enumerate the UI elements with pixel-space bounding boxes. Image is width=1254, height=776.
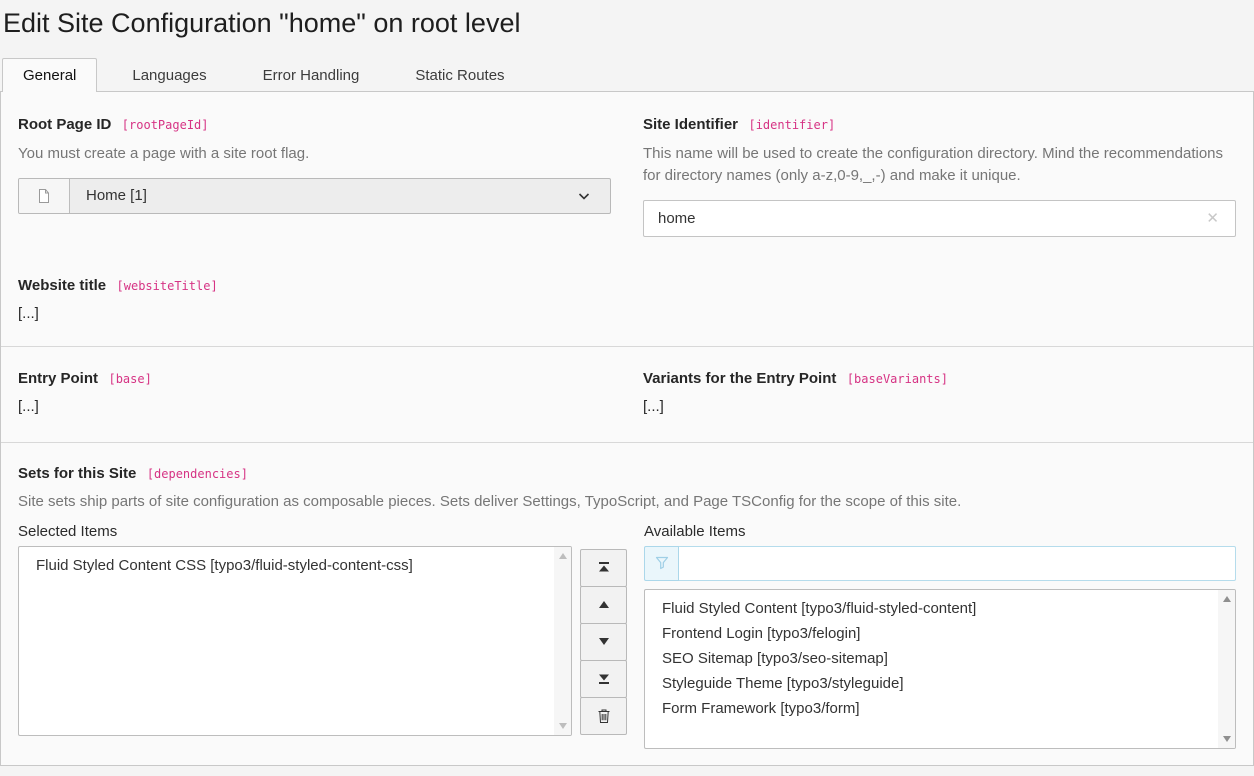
tab-languages[interactable]: Languages <box>111 58 227 92</box>
field-entry-point: Entry Point [base] [...] <box>18 370 611 415</box>
collapsed-value[interactable]: [...] <box>643 398 1236 415</box>
available-list-item[interactable]: SEO Sitemap [typo3/seo-sitemap] <box>645 646 1235 671</box>
tab-bar: General Languages Error Handling Static … <box>0 57 1254 92</box>
field-website-title: Website title [websiteTitle] [...] <box>18 277 1236 346</box>
move-to-bottom-button[interactable] <box>580 660 627 698</box>
section-entry-point: Entry Point [base] [...] Variants for th… <box>18 347 1236 442</box>
scroll-down-icon[interactable] <box>559 723 567 729</box>
field-base-variants: Variants for the Entry Point [baseVarian… <box>643 370 1236 415</box>
scroll-down-icon[interactable] <box>1223 736 1231 742</box>
field-label: Variants for the Entry Point <box>643 370 836 387</box>
move-buttons-column <box>580 523 627 735</box>
tab-static-routes[interactable]: Static Routes <box>394 58 525 92</box>
move-up-button[interactable] <box>580 586 627 624</box>
selected-items-listbox[interactable]: Fluid Styled Content CSS [typo3/fluid-st… <box>18 546 572 736</box>
site-identifier-input-wrap: ✕ <box>643 200 1236 237</box>
available-items-column: Available Items Fluid Styled Co <box>644 523 1236 749</box>
selected-items-heading: Selected Items <box>18 523 572 540</box>
delete-button[interactable] <box>580 697 627 735</box>
available-items-filter <box>644 546 1236 581</box>
field-code: [websiteTitle] <box>117 279 218 293</box>
selected-items-column: Selected Items Fluid Styled Content CSS … <box>18 523 572 736</box>
available-list-item[interactable]: Frontend Login [typo3/felogin] <box>645 621 1235 646</box>
field-site-identifier: Site Identifier [identifier] This name w… <box>643 116 1236 237</box>
move-to-top-button[interactable] <box>580 549 627 587</box>
available-list-item[interactable]: Fluid Styled Content [typo3/fluid-styled… <box>645 596 1235 621</box>
field-description: You must create a page with a site root … <box>18 143 611 165</box>
move-down-button[interactable] <box>580 623 627 661</box>
tab-panel-general: Root Page ID [rootPageId] You must creat… <box>0 92 1254 766</box>
field-label: Root Page ID <box>18 116 111 133</box>
root-page-select-value: Home [1] <box>70 179 576 213</box>
scrollbar[interactable] <box>1218 590 1235 748</box>
available-items-heading: Available Items <box>644 523 1236 540</box>
field-label: Sets for this Site <box>18 465 136 482</box>
field-code: [base] <box>108 372 151 386</box>
field-code: [dependencies] <box>147 467 248 481</box>
filter-input[interactable] <box>679 546 1236 581</box>
page-title: Edit Site Configuration "home" on root l… <box>0 0 1254 41</box>
field-description: Site sets ship parts of site configurati… <box>18 493 1236 510</box>
collapsed-value[interactable]: [...] <box>18 398 611 415</box>
root-page-select[interactable]: Home [1] <box>18 178 611 214</box>
tab-error-handling[interactable]: Error Handling <box>242 58 381 92</box>
available-list-item[interactable]: Styleguide Theme [typo3/styleguide] <box>645 671 1235 696</box>
field-code: [baseVariants] <box>847 372 948 386</box>
field-description: This name will be used to create the con… <box>643 143 1236 187</box>
field-root-page-id: Root Page ID [rootPageId] You must creat… <box>18 116 611 237</box>
field-label: Site Identifier <box>643 116 738 133</box>
field-label: Entry Point <box>18 370 98 387</box>
filter-funnel-icon <box>644 546 679 581</box>
site-identifier-input[interactable] <box>658 210 1202 227</box>
available-list-item[interactable]: Form Framework [typo3/form] <box>645 696 1235 721</box>
clear-input-icon[interactable]: ✕ <box>1202 209 1223 228</box>
scroll-up-icon[interactable] <box>1223 596 1231 602</box>
field-code: [identifier] <box>748 118 835 132</box>
field-code: [rootPageId] <box>122 118 209 132</box>
scrollbar[interactable] <box>554 547 571 735</box>
page-document-icon <box>19 179 70 213</box>
available-items-listbox[interactable]: Fluid Styled Content [typo3/fluid-styled… <box>644 589 1236 749</box>
collapsed-value[interactable]: [...] <box>18 305 1236 322</box>
selected-list-item[interactable]: Fluid Styled Content CSS [typo3/fluid-st… <box>19 553 571 578</box>
field-label: Website title <box>18 277 106 294</box>
tab-general[interactable]: General <box>2 58 97 92</box>
section-sets: Sets for this Site [dependencies] Site s… <box>18 443 1236 749</box>
section-general-top: Root Page ID [rootPageId] You must creat… <box>18 92 1236 346</box>
scroll-up-icon[interactable] <box>559 553 567 559</box>
chevron-down-icon <box>576 179 592 213</box>
